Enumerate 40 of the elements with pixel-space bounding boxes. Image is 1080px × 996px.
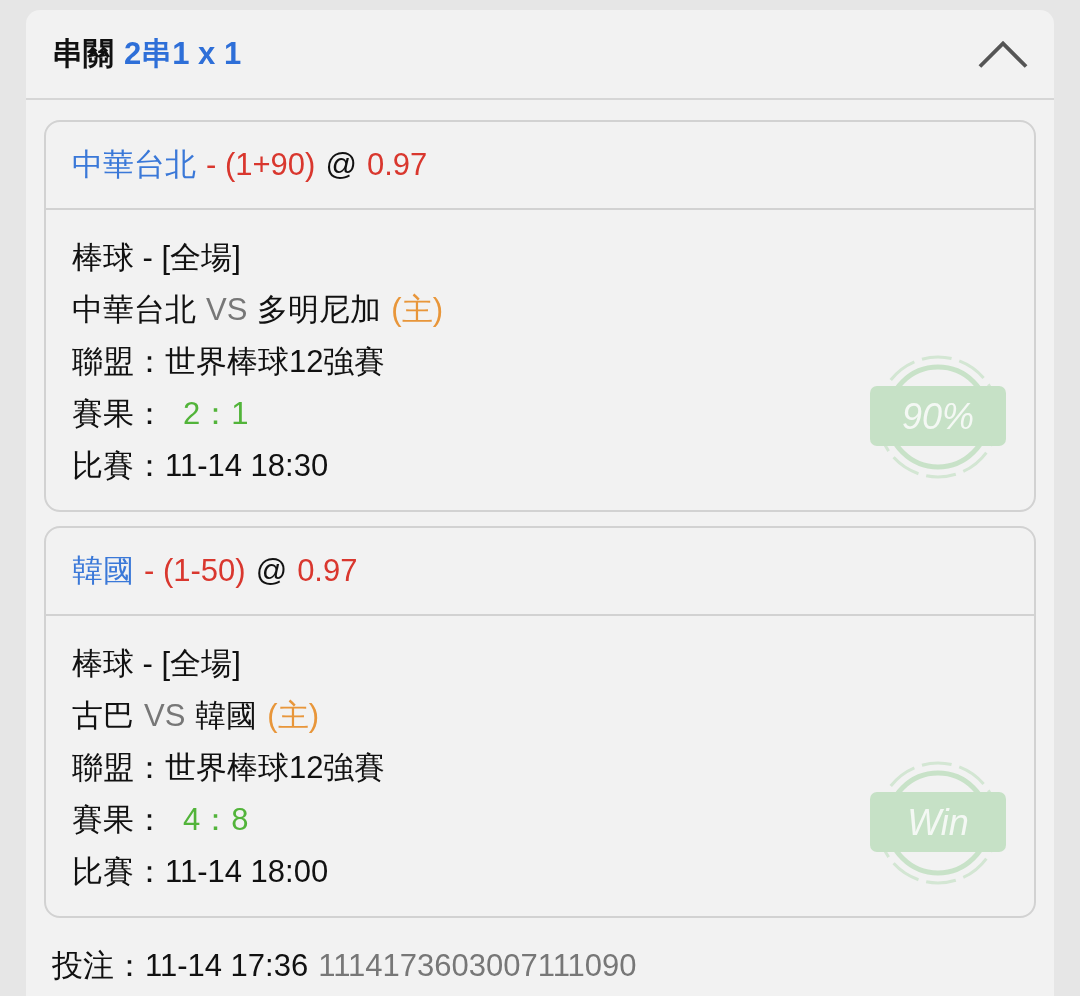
bet-time: 11-14 17:36: [145, 948, 309, 984]
team-name: 韓國: [72, 552, 134, 590]
at-sign: @: [255, 553, 288, 589]
team-name: 中華台北: [72, 146, 196, 184]
league-label: 聯盟：: [72, 343, 165, 381]
score: 2: [183, 396, 201, 432]
odds: 0.97: [297, 553, 358, 589]
handicap: - (1+90): [206, 147, 316, 183]
result-label: 賽果：: [72, 395, 165, 433]
at-sign: @: [325, 147, 357, 183]
score: 4: [183, 802, 201, 838]
score: 8: [231, 802, 249, 838]
collapse-chevron-icon[interactable]: [978, 39, 1028, 69]
away-team: 韓國: [195, 697, 258, 735]
sport-label: 棒球 - [全場]: [72, 239, 241, 277]
league-name: 世界棒球12強賽: [165, 343, 386, 381]
match-time: 11-14 18:00: [165, 854, 329, 890]
home-marker: (主): [391, 291, 443, 329]
odds: 0.97: [366, 147, 428, 183]
handicap: - (1-50): [144, 553, 246, 589]
combo-label: 2串1 x 1: [124, 35, 242, 73]
score: 1: [231, 396, 249, 432]
versus-label: VS: [206, 292, 248, 328]
panel-title: 串關: [52, 35, 114, 73]
league-name: 世界棒球12強賽: [165, 749, 386, 787]
versus-label: VS: [144, 698, 186, 734]
score-separator: ：: [200, 801, 232, 839]
bet-label: 投注：: [52, 947, 145, 985]
away-team: 多明尼加: [257, 291, 382, 329]
result-label: 賽果：: [72, 801, 165, 839]
home-team: 中華台北: [72, 291, 196, 329]
time-label: 比賽：: [72, 853, 165, 891]
sport-label: 棒球 - [全場]: [72, 645, 241, 683]
time-label: 比賽：: [72, 447, 165, 485]
league-label: 聯盟：: [72, 749, 165, 787]
match-time: 11-14 18:30: [165, 448, 329, 484]
ticket-number: 1114173603007111090: [318, 948, 637, 984]
score-separator: ：: [200, 395, 232, 433]
home-team: 古巴: [72, 697, 134, 735]
home-marker: (主): [267, 697, 319, 735]
